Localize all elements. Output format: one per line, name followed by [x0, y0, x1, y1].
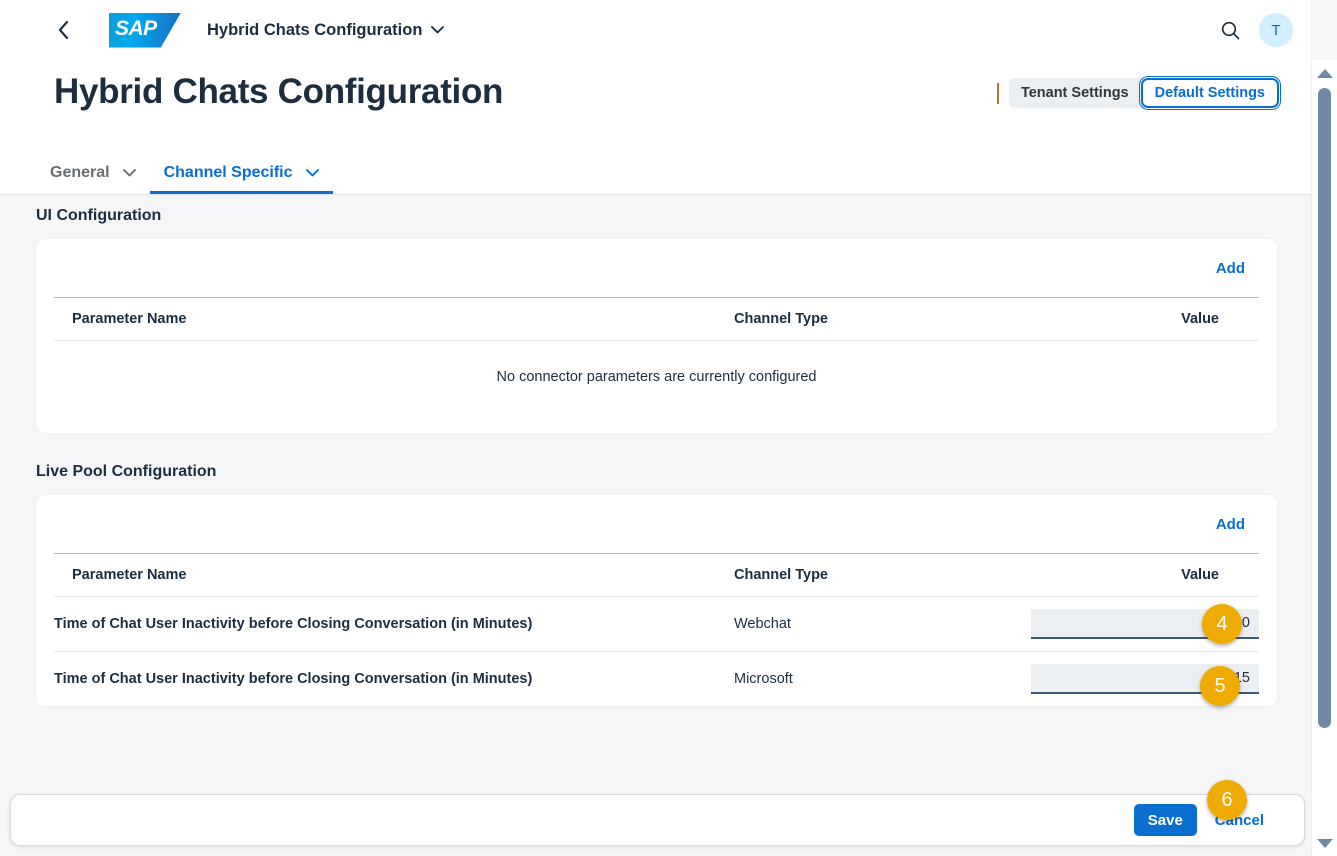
- column-header-value: Value: [979, 553, 1259, 597]
- avatar-initial: T: [1271, 21, 1281, 39]
- triangle-up-icon: [1317, 68, 1333, 78]
- settings-scope-segmented-control: Tenant Settings Default Settings: [1008, 76, 1282, 110]
- tenant-settings-button[interactable]: Tenant Settings: [1009, 78, 1141, 108]
- empty-state-message: No connector parameters are currently co…: [496, 369, 817, 385]
- table-header-row: Parameter Name Channel Type Value: [54, 553, 1259, 597]
- live-pool-configuration-add-button[interactable]: Add: [1216, 516, 1245, 533]
- sap-logo[interactable]: SAP: [109, 12, 181, 48]
- scrollbar-thumb[interactable]: [1318, 88, 1331, 728]
- live-pool-configuration-table: Parameter Name Channel Type Value Time o…: [54, 553, 1259, 706]
- app-title: Hybrid Chats Configuration: [207, 20, 423, 39]
- ui-configuration-toolbar: Add: [36, 239, 1277, 297]
- toolbar-separator: [996, 82, 999, 104]
- user-avatar[interactable]: T: [1259, 13, 1293, 47]
- annotation-badge-4: 4: [1202, 604, 1242, 644]
- tab-general[interactable]: General: [36, 152, 150, 194]
- scroll-up-button[interactable]: [1317, 66, 1333, 80]
- ui-configuration-table-body: No connector parameters are currently co…: [54, 341, 1259, 434]
- application-window: SAP Hybrid Chats Configuration T Hybrid …: [0, 0, 1337, 856]
- ui-configuration-table-head: Parameter Name Channel Type Value: [54, 297, 1259, 341]
- ui-configuration-table: Parameter Name Channel Type Value No con…: [54, 297, 1259, 433]
- save-button[interactable]: Save: [1133, 804, 1197, 836]
- empty-state-row: No connector parameters are currently co…: [54, 341, 1259, 434]
- row-channel-type: Microsoft: [734, 671, 793, 687]
- default-settings-button[interactable]: Default Settings: [1138, 76, 1282, 110]
- search-icon: [1221, 21, 1239, 39]
- column-header-parameter-name: Parameter Name: [54, 297, 734, 341]
- tab-channel-specific-label: Channel Specific: [163, 164, 293, 181]
- chevron-down-icon: [305, 164, 319, 182]
- shell-header: SAP Hybrid Chats Configuration T: [0, 0, 1311, 60]
- tab-channel-specific[interactable]: Channel Specific: [149, 152, 333, 194]
- table-row: Time of Chat User Inactivity before Clos…: [54, 596, 1259, 652]
- live-pool-configuration-toolbar: Add: [36, 495, 1277, 553]
- live-pool-configuration-table-body: Time of Chat User Inactivity before Clos…: [54, 596, 1259, 707]
- chevron-left-icon: [58, 21, 68, 39]
- table-header-row: Parameter Name Channel Type Value: [54, 297, 1259, 341]
- annotation-badge-5: 5: [1200, 666, 1240, 706]
- app-title-menu[interactable]: Hybrid Chats Configuration: [207, 20, 445, 40]
- table-row: Time of Chat User Inactivity before Clos…: [54, 652, 1259, 707]
- row-channel-type: Webchat: [734, 596, 979, 652]
- triangle-down-icon: [1317, 838, 1333, 848]
- tab-bar: General Channel Specific: [0, 150, 1311, 195]
- page-scrollbar[interactable]: [1311, 60, 1337, 856]
- ui-configuration-add-button[interactable]: Add: [1216, 260, 1245, 277]
- column-header-parameter-name: Parameter Name: [54, 553, 734, 597]
- annotation-badge-6: 6: [1207, 780, 1247, 820]
- chevron-down-icon: [122, 164, 136, 182]
- page-content: UI Configuration Add Parameter Name Chan…: [0, 196, 1311, 780]
- tab-general-label: General: [50, 164, 110, 181]
- column-header-value: Value: [979, 297, 1259, 341]
- search-button[interactable]: [1213, 13, 1247, 47]
- row-parameter-name: Time of Chat User Inactivity before Clos…: [54, 596, 734, 652]
- section-title-live-pool-configuration: Live Pool Configuration: [36, 463, 217, 480]
- page-title: Hybrid Chats Configuration: [54, 72, 504, 111]
- back-navigation-button[interactable]: [50, 17, 76, 43]
- chevron-down-icon: [431, 26, 445, 34]
- column-header-channel-type: Channel Type: [734, 553, 979, 597]
- footer-action-bar: Save Cancel: [10, 794, 1305, 846]
- settings-scope-toolbar: Tenant Settings Default Settings: [996, 76, 1282, 110]
- scroll-down-button[interactable]: [1317, 836, 1333, 850]
- section-title-ui-configuration: UI Configuration: [36, 207, 162, 224]
- live-pool-configuration-card: Add Parameter Name Channel Type Value Ti…: [36, 495, 1277, 706]
- live-pool-configuration-table-head: Parameter Name Channel Type Value: [54, 553, 1259, 597]
- column-header-channel-type: Channel Type: [734, 297, 979, 341]
- row-parameter-name: Time of Chat User Inactivity before Clos…: [54, 671, 533, 687]
- sap-logo-text: SAP: [115, 16, 157, 40]
- ui-configuration-card: Add Parameter Name Channel Type Value No…: [36, 239, 1277, 433]
